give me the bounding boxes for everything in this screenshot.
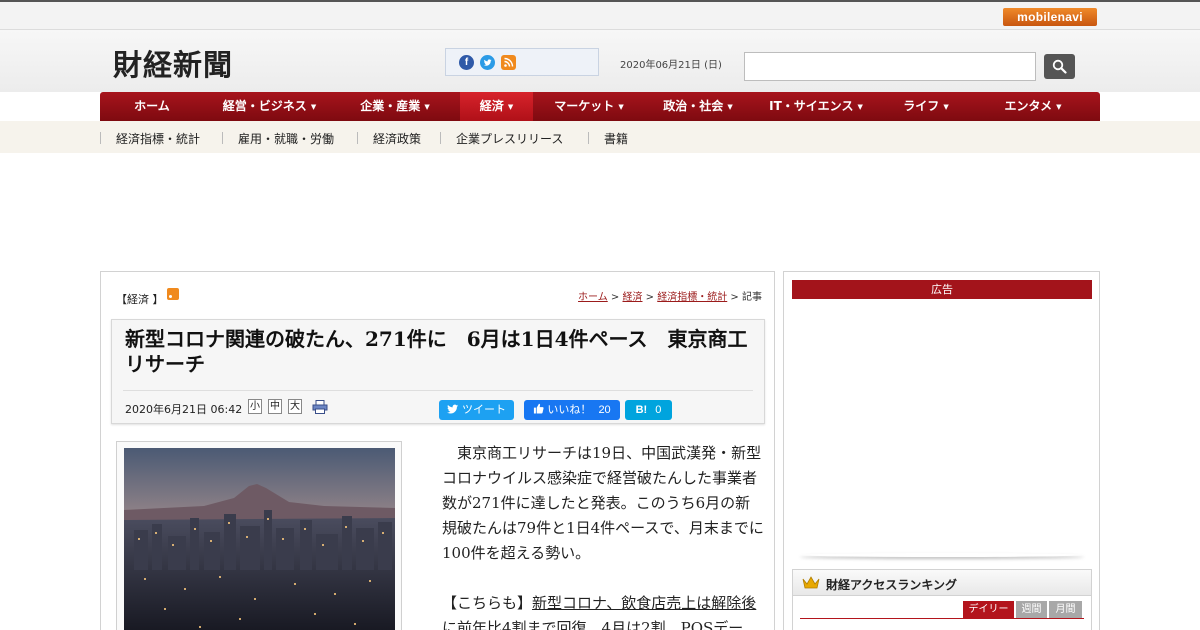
nav-item-economy[interactable]: 経済 ▼ [460,92,533,121]
like-label: いいね！ [547,404,592,416]
nav-item-industry[interactable]: 企業・産業 ▼ [335,92,455,121]
paragraph-text: 【こちらも】 [442,594,533,612]
article-paragraph: 東京商工リサーチは19日、中国武漢発・新型コロナウイルス感染症で経営破たんした事… [442,441,765,566]
sub-nav: 経済指標・統計 雇用・就職・労働 経済政策 企業プレスリリース 書籍 [0,121,1200,153]
divider [357,132,358,144]
divider [588,132,589,144]
nav-item-entertainment[interactable]: エンタメ ▼ [971,92,1095,121]
chevron-down-icon: ▼ [943,103,949,111]
thumbs-up-icon [534,403,544,414]
divider [800,618,1084,619]
article-title: 新型コロナ関連の破たん、271件に 6月は1日4件ペース 東京商工リサーチ [125,327,748,376]
site-logo[interactable]: 財経新聞 [113,42,233,84]
chevron-down-icon: ▼ [727,103,733,111]
rss-icon[interactable] [167,288,179,300]
nav-item-politics[interactable]: 政治・社会 ▼ [645,92,751,121]
tweet-label: ツイート [462,404,507,416]
divider [100,132,101,144]
crown-icon [802,575,820,594]
breadcrumb-separator: > [727,292,742,303]
breadcrumb-section[interactable]: 経済 [623,292,643,303]
article-photo[interactable] [124,448,395,630]
twitter-icon[interactable] [480,55,495,70]
subnav-item-indicators[interactable]: 経済指標・統計 [116,130,200,147]
divider [222,132,223,144]
nav-item-business[interactable]: 経営・ビジネス ▼ [204,92,335,121]
chevron-down-icon: ▼ [310,103,317,111]
social-links: f [445,48,599,76]
header-date: 2020年06月21日 (日) [620,60,722,71]
breadcrumb-current: 記事 [742,292,762,303]
nav-item-home[interactable]: ホーム [100,92,204,121]
nav-item-label: 経済 [479,99,504,113]
article-category: 【経済 】 [116,293,164,306]
breadcrumb-separator: > [607,292,623,303]
nav-item-market[interactable]: マーケット ▼ [533,92,645,121]
font-size-large-button[interactable]: 大 [288,399,302,414]
chevron-down-icon: ▼ [424,103,430,111]
mobilenavi-button[interactable]: mobilenavi [1003,8,1097,26]
article-date: 2020年6月21日 06:42 [125,403,243,416]
chevron-down-icon: ▼ [1056,103,1062,111]
subnav-item-policy[interactable]: 経済政策 [373,130,421,147]
search-input[interactable] [744,52,1036,81]
rss-icon[interactable] [501,55,516,70]
like-count: 20 [598,404,611,416]
nav-item-life[interactable]: ライフ ▼ [881,92,971,121]
nav-item-label: ライフ [903,99,940,113]
breadcrumb: ホーム > 経済 > 経済指標・統計 > 記事 [578,288,762,303]
hatena-icon: B! [635,404,648,416]
nav-item-label: 政治・社会 [663,99,724,113]
facebook-like-button[interactable]: いいね！ 20 [524,400,620,420]
chevron-down-icon: ▼ [618,103,624,111]
search-button[interactable] [1044,54,1075,79]
nav-item-label: IT・サイエンス [769,99,854,113]
nav-item-label: エンタメ [1004,99,1053,113]
divider [123,390,753,391]
nav-item-it-science[interactable]: IT・サイエンス ▼ [751,92,881,121]
tab-monthly[interactable]: 月間 [1049,601,1082,618]
chevron-down-icon: ▼ [507,103,514,111]
ad-label: 広告 [792,280,1092,299]
nav-item-label: 経営・ビジネス [222,99,307,113]
subnav-item-press-release[interactable]: 企業プレスリリース [456,130,563,147]
facebook-icon[interactable]: f [459,55,474,70]
main-nav: ホーム 経営・ビジネス ▼ 企業・産業 ▼ 経済 ▼ マーケット ▼ 政治・社会 ▼ IT… [100,92,1100,121]
tweet-button[interactable]: ツイート [439,400,514,420]
nav-item-label: 企業・産業 [360,99,421,113]
font-size-small-button[interactable]: 小 [248,399,262,414]
paragraph-text: 東京商工リサーチは19日、中国武漢発・新型コロナウイルス感染症で経営破たんした事… [442,444,764,562]
breadcrumb-separator: > [642,292,658,303]
breadcrumb-subsection[interactable]: 経済指標・統計 [657,292,727,303]
nav-item-label: マーケット [554,99,615,113]
article-body: 東京商工リサーチは19日、中国武漢発・新型コロナウイルス感染症で経営破たんした事… [442,441,765,630]
tab-weekly[interactable]: 週間 [1016,601,1047,618]
ranking-title: 財経アクセスランキング [826,578,958,592]
breadcrumb-home[interactable]: ホーム [578,292,608,303]
divider [440,132,441,144]
subnav-item-books[interactable]: 書籍 [604,130,628,147]
search-icon [1052,59,1067,74]
subnav-item-employment[interactable]: 雇用・就職・労働 [238,130,334,147]
tab-daily[interactable]: デイリー [963,601,1014,618]
article-paragraph: 【こちらも】新型コロナ、飲食店売上は解除後に前年比4割まで回復 4月は2割 PO… [442,591,765,630]
hatena-bookmark-button[interactable]: B! 0 [625,400,672,420]
print-icon[interactable] [312,399,328,414]
font-size-medium-button[interactable]: 中 [268,399,282,414]
nav-item-label: ホーム [134,99,170,113]
chevron-down-icon: ▼ [857,103,863,111]
hatena-count: 0 [655,404,662,416]
ad-shadow [800,553,1084,557]
twitter-icon [447,404,459,414]
